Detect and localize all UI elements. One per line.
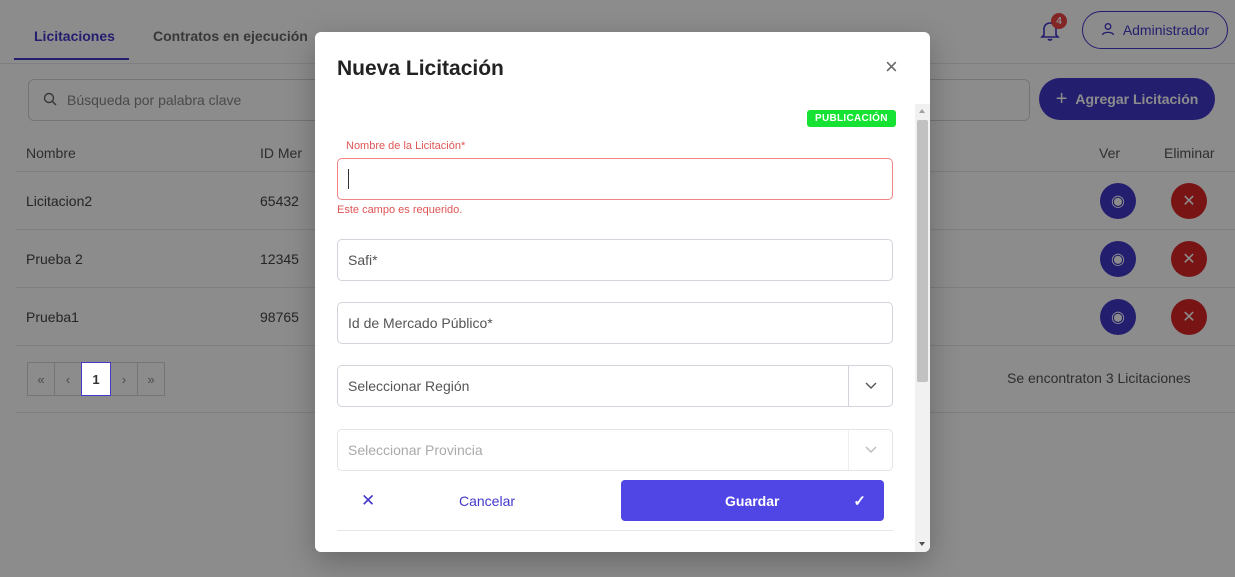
mercado-publico-placeholder: Id de Mercado Público* xyxy=(348,315,493,331)
modal-scrollbar[interactable] xyxy=(915,104,930,552)
publicacion-badge: PUBLICACIÓN xyxy=(807,110,896,127)
nueva-licitacion-modal: Nueva Licitación × PUBLICACIÓN Nombre de… xyxy=(315,32,930,552)
checkmark-icon: ✓ xyxy=(853,492,866,510)
divider xyxy=(337,530,893,531)
safi-input[interactable]: Safi* xyxy=(337,239,893,281)
scroll-up-arrow-icon[interactable] xyxy=(919,109,925,113)
safi-placeholder: Safi* xyxy=(348,252,378,268)
region-select[interactable]: Seleccionar Región xyxy=(337,365,893,407)
provincia-select[interactable]: Seleccionar Provincia xyxy=(337,429,893,471)
scrollbar-thumb[interactable] xyxy=(917,120,928,382)
mercado-publico-id-input[interactable]: Id de Mercado Público* xyxy=(337,302,893,344)
provincia-placeholder: Seleccionar Provincia xyxy=(348,442,483,458)
save-label: Guardar xyxy=(725,492,780,509)
cancel-button[interactable]: ✕ Cancelar xyxy=(337,481,537,521)
close-icon: ✕ xyxy=(361,491,376,510)
text-cursor xyxy=(348,169,349,189)
modal-title: Nueva Licitación xyxy=(337,57,504,80)
nombre-licitacion-input[interactable] xyxy=(337,158,893,200)
page-1-button[interactable]: 1 xyxy=(81,362,111,396)
region-placeholder: Seleccionar Región xyxy=(348,378,470,394)
chevron-down-icon[interactable] xyxy=(848,366,892,406)
nombre-licitacion-label: Nombre de la Licitación* xyxy=(346,140,466,152)
close-icon[interactable]: × xyxy=(885,56,898,78)
cancel-label: Cancelar xyxy=(459,493,516,509)
chevron-down-icon[interactable] xyxy=(848,430,892,470)
save-button[interactable]: Guardar ✓ xyxy=(621,480,884,521)
nombre-required-error: Este campo es requerido. xyxy=(337,204,463,216)
scroll-down-arrow-icon[interactable] xyxy=(919,542,925,546)
